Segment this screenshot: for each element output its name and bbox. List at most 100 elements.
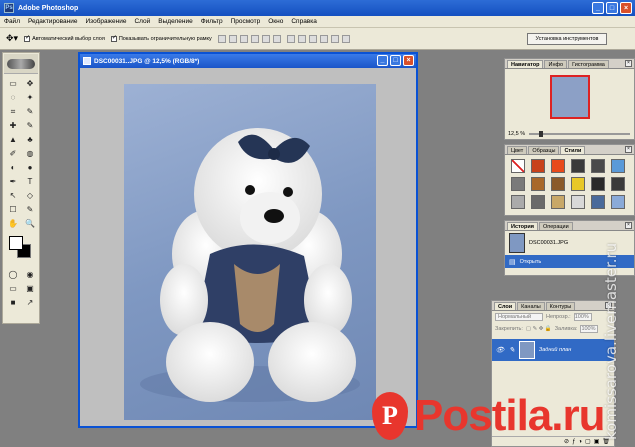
- move-tool-icon[interactable]: ✥: [22, 77, 38, 90]
- hand-tool-icon[interactable]: ✋: [5, 217, 21, 230]
- clone-stamp-icon[interactable]: ▲: [5, 133, 21, 146]
- history-brush-icon[interactable]: ♣: [22, 133, 38, 146]
- screen-mode-black-icon[interactable]: ■: [5, 296, 21, 309]
- document-minimize-button[interactable]: _: [377, 55, 388, 66]
- fill-field[interactable]: 100%: [580, 325, 599, 333]
- style-swatch[interactable]: [551, 177, 565, 191]
- tab-styles[interactable]: Стили: [560, 146, 586, 154]
- menu-window[interactable]: Окно: [268, 18, 283, 25]
- style-swatch[interactable]: [511, 195, 525, 209]
- canvas-area[interactable]: [88, 74, 410, 424]
- paint-bucket-icon[interactable]: ◍: [22, 147, 38, 160]
- navigator-panel-close-button[interactable]: ×: [625, 60, 632, 67]
- magic-wand-tool-icon[interactable]: ✦: [22, 91, 38, 104]
- navigator-zoom-value[interactable]: 12,5 %: [508, 131, 525, 137]
- style-swatch[interactable]: [551, 159, 565, 173]
- layers-tabs: Слои Каналы Контуры ×: [492, 301, 614, 311]
- snapshot-label: DSC00031.JPG: [529, 240, 569, 246]
- auto-select-checkbox[interactable]: Автоматический выбор слоя: [24, 34, 105, 42]
- style-swatch[interactable]: [531, 159, 545, 173]
- tab-histogram[interactable]: Гистограмма: [568, 60, 609, 68]
- type-tool-icon[interactable]: T: [22, 175, 38, 188]
- quickmask-mode-icon[interactable]: ◉: [22, 268, 38, 281]
- show-bounds-checkbox[interactable]: Показывать ограничительную рамку: [110, 34, 212, 42]
- align-left-icon[interactable]: [250, 34, 259, 43]
- distribute-vcenter-icon[interactable]: [297, 34, 306, 43]
- navigator-zoom-slider[interactable]: [529, 131, 630, 137]
- lock-icons[interactable]: ▢ ✎ ✥ 🔒: [526, 326, 552, 332]
- menu-filter[interactable]: Фильтр: [201, 18, 223, 25]
- blend-mode-select[interactable]: Нормальный: [495, 313, 543, 321]
- style-swatch[interactable]: [531, 195, 545, 209]
- tab-color[interactable]: Цвет: [507, 146, 528, 154]
- foreground-color-swatch[interactable]: [9, 236, 23, 250]
- align-top-icon[interactable]: [217, 34, 226, 43]
- eye-icon[interactable]: 👁: [495, 345, 505, 355]
- slice-tool-icon[interactable]: ✎: [22, 105, 38, 118]
- zoom-tool-icon[interactable]: 🔍: [22, 217, 38, 230]
- crop-tool-icon[interactable]: ⌗: [5, 105, 21, 118]
- style-swatch[interactable]: [511, 159, 525, 173]
- minimize-button[interactable]: _: [592, 2, 604, 14]
- document-close-button[interactable]: ×: [403, 55, 414, 66]
- dodge-tool-icon[interactable]: ●: [22, 161, 38, 174]
- style-swatch[interactable]: [571, 159, 585, 173]
- maximize-button[interactable]: □: [606, 2, 618, 14]
- document-title-bar[interactable]: DSC00031..JPG @ 12,5% (RGB/8*) _ □ ×: [80, 54, 416, 68]
- tab-channels[interactable]: Каналы: [517, 302, 545, 310]
- menu-view[interactable]: Просмотр: [231, 18, 261, 25]
- distribute-right-icon[interactable]: [341, 34, 350, 43]
- style-swatch[interactable]: [511, 177, 525, 191]
- menu-image[interactable]: Изображение: [86, 18, 127, 25]
- move-tool-preset-icon[interactable]: ✥▾: [6, 33, 18, 44]
- healing-brush-icon[interactable]: ✚: [5, 119, 21, 132]
- notes-tool-icon[interactable]: ☐: [5, 203, 21, 216]
- distribute-left-icon[interactable]: [319, 34, 328, 43]
- path-select-icon[interactable]: ↖: [5, 189, 21, 202]
- opacity-field[interactable]: 100%: [573, 313, 592, 321]
- style-swatch[interactable]: [531, 177, 545, 191]
- marquee-tool-icon[interactable]: ▭: [5, 77, 21, 90]
- screen-mode-standard-icon[interactable]: ▭: [5, 282, 21, 295]
- tab-swatches[interactable]: Образцы: [528, 146, 560, 154]
- layer-background[interactable]: 👁 ✎ Задний план: [492, 339, 614, 361]
- tab-history[interactable]: История: [507, 222, 538, 230]
- menu-edit[interactable]: Редактирование: [28, 18, 78, 25]
- tab-info[interactable]: Инфо: [544, 60, 568, 68]
- distribute-top-icon[interactable]: [286, 34, 295, 43]
- pen-tool-icon[interactable]: ✒: [5, 175, 21, 188]
- tab-paths[interactable]: Контуры: [545, 302, 576, 310]
- align-vcenter-icon[interactable]: [228, 34, 237, 43]
- blur-tool-icon[interactable]: ◐: [5, 161, 21, 174]
- align-bottom-icon[interactable]: [239, 34, 248, 43]
- style-swatch[interactable]: [551, 195, 565, 209]
- menu-file[interactable]: Файл: [4, 18, 20, 25]
- document-maximize-button[interactable]: □: [390, 55, 401, 66]
- menu-select[interactable]: Выделение: [158, 18, 192, 25]
- workspace-button[interactable]: Установка инструментов: [527, 33, 607, 45]
- jump-to-imageready-icon[interactable]: ↗: [22, 296, 38, 309]
- standard-mode-icon[interactable]: ◯: [5, 268, 21, 281]
- eyedropper-tool-icon[interactable]: ✎: [22, 203, 38, 216]
- styles-panel-close-button[interactable]: ×: [625, 146, 632, 153]
- tab-layers[interactable]: Слои: [494, 302, 517, 310]
- lasso-tool-icon[interactable]: ◌: [5, 91, 21, 104]
- distribute-bottom-icon[interactable]: [308, 34, 317, 43]
- auto-select-label: Автоматический выбор слоя: [32, 35, 105, 42]
- menu-help[interactable]: Справка: [291, 18, 317, 25]
- tab-navigator[interactable]: Навигатор: [507, 60, 544, 68]
- distribute-hcenter-icon[interactable]: [330, 34, 339, 43]
- menu-layer[interactable]: Слой: [134, 18, 150, 25]
- align-hcenter-icon[interactable]: [261, 34, 270, 43]
- distribute-buttons: [286, 34, 350, 43]
- align-right-icon[interactable]: [272, 34, 281, 43]
- screen-mode-full-icon[interactable]: ▣: [22, 282, 38, 295]
- shape-tool-icon[interactable]: ◇: [22, 189, 38, 202]
- eraser-tool-icon[interactable]: ✐: [5, 147, 21, 160]
- style-swatch[interactable]: [571, 177, 585, 191]
- style-swatch[interactable]: [571, 195, 585, 209]
- navigator-preview[interactable]: [549, 75, 590, 119]
- close-button[interactable]: ×: [620, 2, 632, 14]
- tab-actions[interactable]: Операции: [538, 222, 573, 230]
- brush-tool-icon[interactable]: ✎: [22, 119, 38, 132]
